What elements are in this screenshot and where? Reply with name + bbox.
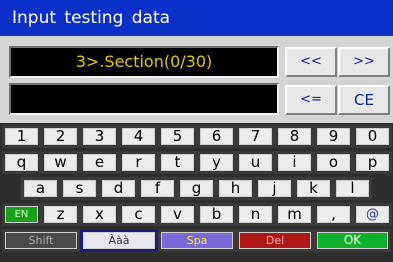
key-a[interactable]: a — [21, 177, 60, 200]
title-bar: Input testing data — [0, 0, 393, 36]
key-6[interactable]: 6 — [197, 125, 236, 148]
key-f[interactable]: f — [138, 177, 177, 200]
at-key[interactable]: @ — [353, 203, 392, 226]
key-z[interactable]: z — [41, 203, 80, 226]
on-screen-keyboard: 1 2 3 4 5 6 7 8 9 0 q w e r t y u i o p a s d f g h j k l EN z x c v b n m, @… — [0, 123, 393, 262]
key-l[interactable]: l — [333, 177, 372, 200]
data-input-field[interactable] — [9, 83, 279, 115]
next-section-button[interactable]: >> — [338, 47, 390, 77]
section-display: 3>.Section(0/30) — [9, 46, 279, 78]
key-t[interactable]: t — [158, 151, 197, 174]
key-b[interactable]: b — [197, 203, 236, 226]
key-n[interactable]: n — [236, 203, 275, 226]
key-r[interactable]: r — [119, 151, 158, 174]
window-title: Input testing data — [12, 8, 171, 28]
key-g[interactable]: g — [177, 177, 216, 200]
key-9[interactable]: 9 — [314, 125, 353, 148]
ok-key[interactable]: OK — [314, 229, 391, 252]
key-k[interactable]: k — [294, 177, 333, 200]
comma-key[interactable]: , — [314, 203, 353, 226]
space-key[interactable]: Spa — [158, 229, 236, 252]
previous-section-button[interactable]: << — [285, 47, 337, 77]
key-h[interactable]: h — [216, 177, 255, 200]
backspace-button[interactable]: <= — [285, 85, 337, 115]
key-d[interactable]: d — [99, 177, 138, 200]
language-key[interactable]: EN — [2, 203, 41, 226]
key-8[interactable]: 8 — [275, 125, 314, 148]
key-0[interactable]: 0 — [353, 125, 392, 148]
key-i[interactable]: i — [275, 151, 314, 174]
key-4[interactable]: 4 — [119, 125, 158, 148]
key-2[interactable]: 2 — [41, 125, 80, 148]
key-v[interactable]: v — [158, 203, 197, 226]
key-e[interactable]: e — [80, 151, 119, 174]
delete-key[interactable]: Del — [236, 229, 314, 252]
key-o[interactable]: o — [314, 151, 353, 174]
key-1[interactable]: 1 — [2, 125, 41, 148]
accent-key[interactable]: Ààà — [80, 229, 158, 252]
key-p[interactable]: p — [353, 151, 392, 174]
key-s[interactable]: s — [60, 177, 99, 200]
key-c[interactable]: c — [119, 203, 158, 226]
key-w[interactable]: w — [41, 151, 80, 174]
key-q[interactable]: q — [2, 151, 41, 174]
key-j[interactable]: j — [255, 177, 294, 200]
key-m[interactable]: m — [275, 203, 314, 226]
shift-key[interactable]: Shift — [2, 229, 80, 252]
input-panel: 3>.Section(0/30) << >> <= CE — [0, 36, 393, 120]
key-u[interactable]: u — [236, 151, 275, 174]
key-5[interactable]: 5 — [158, 125, 197, 148]
clear-entry-button[interactable]: CE — [338, 85, 390, 115]
key-3[interactable]: 3 — [80, 125, 119, 148]
key-y[interactable]: y — [197, 151, 236, 174]
key-7[interactable]: 7 — [236, 125, 275, 148]
key-x[interactable]: x — [80, 203, 119, 226]
